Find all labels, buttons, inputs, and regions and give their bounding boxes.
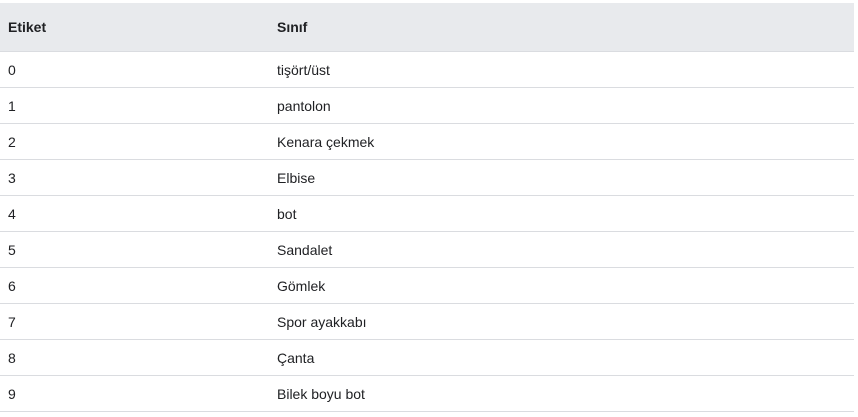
class-cell: pantolon <box>269 87 854 124</box>
table-row: 0 tişört/üst <box>0 51 854 88</box>
class-cell: Bilek boyu bot <box>269 375 854 412</box>
class-cell: Çanta <box>269 339 854 376</box>
class-cell: Elbise <box>269 159 854 196</box>
label-cell: 3 <box>0 159 269 196</box>
table-header: Etiket Sınıf <box>0 3 854 52</box>
label-cell: 5 <box>0 231 269 268</box>
class-cell: bot <box>269 195 854 232</box>
class-cell: Sandalet <box>269 231 854 268</box>
label-cell: 4 <box>0 195 269 232</box>
label-cell: 2 <box>0 123 269 160</box>
table-header-row: Etiket Sınıf <box>0 3 854 52</box>
table-body: 0 tişört/üst 1 pantolon 2 Kenara çekmek … <box>0 51 854 412</box>
class-cell: Spor ayakkabı <box>269 303 854 340</box>
table-row: 1 pantolon <box>0 87 854 124</box>
table-row: 8 Çanta <box>0 339 854 376</box>
table-row: 2 Kenara çekmek <box>0 123 854 160</box>
label-cell: 8 <box>0 339 269 376</box>
table-row: 3 Elbise <box>0 159 854 196</box>
column-header-label: Etiket <box>0 3 269 52</box>
label-class-table-container: Etiket Sınıf 0 tişört/üst 1 pantolon 2 K… <box>0 3 854 412</box>
label-cell: 6 <box>0 267 269 304</box>
class-cell: Gömlek <box>269 267 854 304</box>
label-cell: 9 <box>0 375 269 412</box>
label-cell: 1 <box>0 87 269 124</box>
label-cell: 7 <box>0 303 269 340</box>
class-cell: tişört/üst <box>269 51 854 88</box>
table-row: 9 Bilek boyu bot <box>0 375 854 412</box>
table-row: 5 Sandalet <box>0 231 854 268</box>
column-header-class: Sınıf <box>269 3 854 52</box>
table-row: 4 bot <box>0 195 854 232</box>
label-cell: 0 <box>0 51 269 88</box>
table-row: 6 Gömlek <box>0 267 854 304</box>
class-cell: Kenara çekmek <box>269 123 854 160</box>
table-row: 7 Spor ayakkabı <box>0 303 854 340</box>
label-class-table: Etiket Sınıf 0 tişört/üst 1 pantolon 2 K… <box>0 3 854 412</box>
